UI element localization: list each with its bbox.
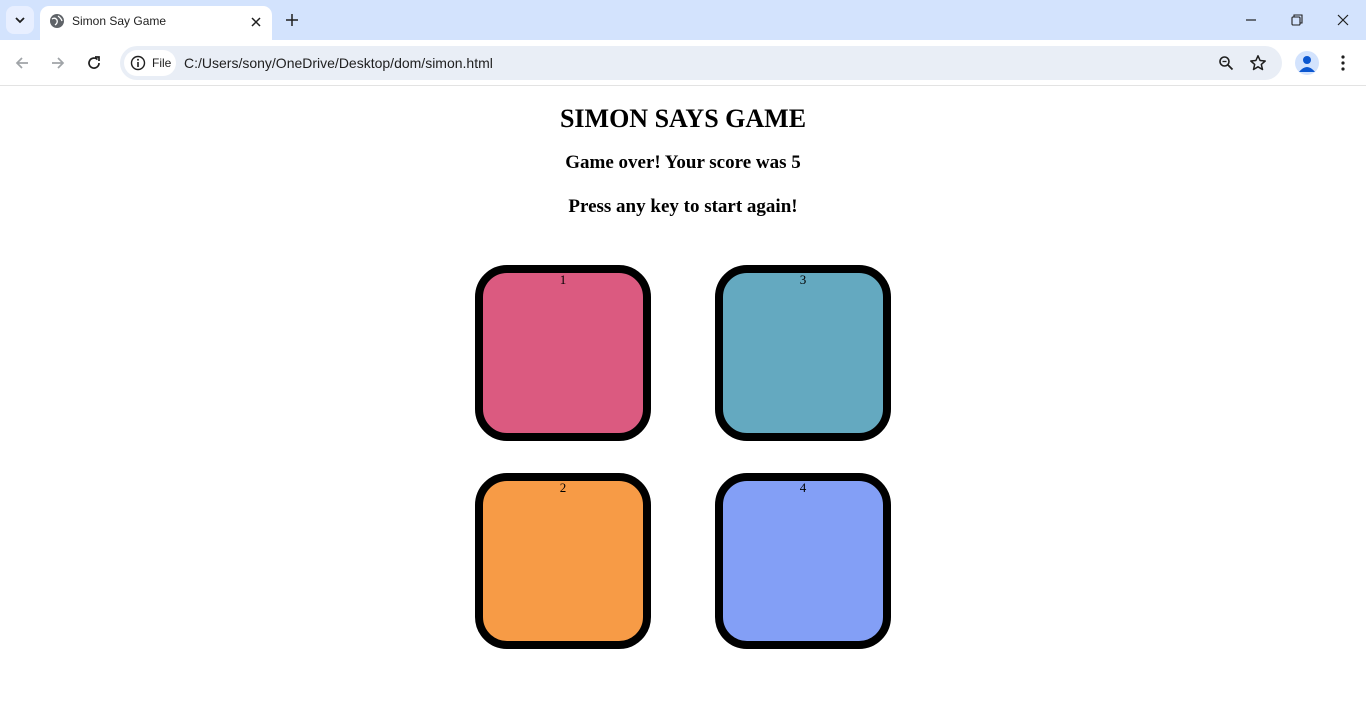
profile-icon	[1299, 56, 1315, 72]
tab-title: Simon Say Game	[72, 14, 167, 28]
simon-button-4[interactable]: 4	[715, 473, 891, 649]
simon-button-2[interactable]: 2	[475, 473, 651, 649]
tab-strip: Simon Say Game	[0, 0, 1366, 40]
back-button[interactable]	[8, 49, 36, 77]
tab-search-icon	[15, 17, 25, 24]
simon-button-label: 3	[799, 272, 807, 287]
reload-button[interactable]	[80, 49, 108, 77]
site-scheme-label: File	[152, 56, 172, 70]
forward-icon	[52, 57, 65, 69]
back-icon	[15, 57, 28, 69]
game-status-message: Game over! Your score was 5	[565, 152, 801, 173]
site-info-chip[interactable]: File	[124, 50, 176, 76]
simon-button-label: 2	[559, 480, 567, 495]
more-vert-icon	[1341, 55, 1345, 71]
globe-icon	[50, 14, 64, 28]
tab-search-button[interactable]	[6, 6, 34, 34]
minimize-icon	[1246, 19, 1256, 21]
plus-icon	[286, 14, 298, 26]
simon-button-1[interactable]: 1	[475, 265, 651, 441]
close-icon	[251, 17, 261, 27]
simon-button-3[interactable]: 3	[715, 265, 891, 441]
zoom-button[interactable]	[1216, 53, 1236, 73]
browser-menu-button[interactable]	[1333, 49, 1353, 77]
profile-button[interactable]	[1295, 51, 1319, 75]
zoom-icon	[1219, 56, 1234, 71]
forward-button[interactable]	[44, 49, 72, 77]
url-text[interactable]: C:/Users/sony/OneDrive/Desktop/dom/simon…	[184, 55, 493, 71]
close-icon	[1337, 14, 1349, 26]
restore-icon	[1291, 14, 1303, 26]
address-bar[interactable]: File C:/Users/sony/OneDrive/Desktop/dom/…	[120, 46, 1282, 80]
restore-button[interactable]	[1274, 0, 1320, 40]
tab-close-button[interactable]	[246, 12, 266, 32]
reload-icon	[88, 56, 100, 69]
restart-instruction: Press any key to start again!	[568, 196, 798, 217]
browser-toolbar: File C:/Users/sony/OneDrive/Desktop/dom/…	[0, 40, 1366, 86]
window-close-button[interactable]	[1320, 0, 1366, 40]
bookmark-button[interactable]	[1248, 53, 1268, 73]
simon-button-label: 4	[799, 480, 807, 495]
star-icon	[1250, 55, 1266, 71]
info-icon	[130, 55, 146, 71]
browser-tab-active[interactable]: Simon Say Game	[40, 6, 272, 40]
page-content: SIMON SAYS GAME Game over! Your score wa…	[0, 87, 1366, 711]
minimize-button[interactable]	[1228, 0, 1274, 40]
new-tab-button[interactable]	[281, 9, 303, 31]
simon-button-label: 1	[559, 272, 567, 287]
page-title: SIMON SAYS GAME	[559, 104, 807, 133]
